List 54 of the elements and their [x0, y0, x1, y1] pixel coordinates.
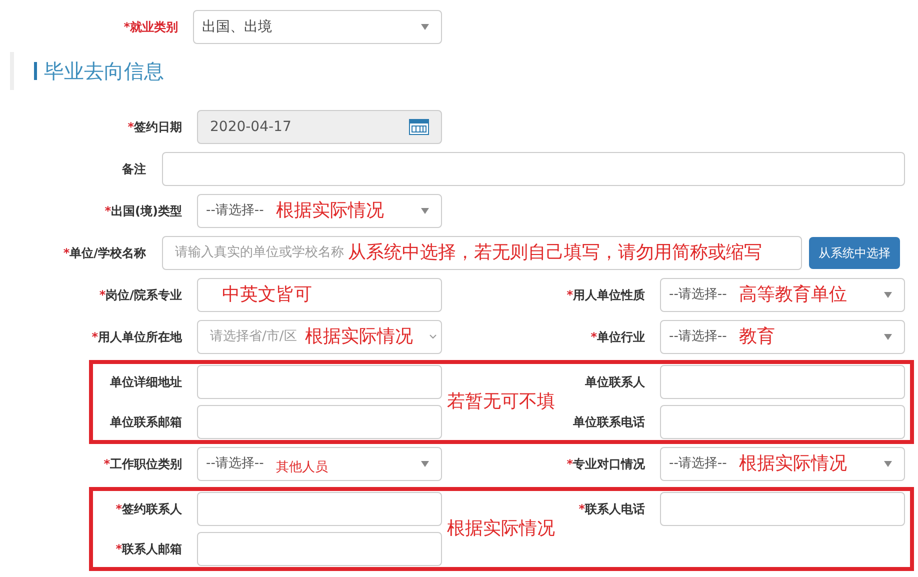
text-field[interactable] — [660, 405, 905, 439]
caret-icon — [421, 208, 429, 214]
select-field[interactable]: --请选择-- 其他人员 — [197, 447, 442, 481]
select-field[interactable]: --请选择-- 高等教育单位 — [660, 278, 905, 312]
annotation-text: 从系统中选择，若无则自己填写，请勿用简称或缩写 — [348, 244, 762, 262]
text-field[interactable] — [660, 492, 905, 526]
select-field[interactable]: --请选择-- 根据实际情况 — [660, 447, 905, 481]
field-label: *单位行业 — [590, 329, 645, 346]
annotation-text: 根据实际情况 — [447, 520, 555, 538]
annotation-text: 若暂无可不填 — [447, 393, 555, 411]
text-field[interactable]: 请输入真实的单位或学校名称 从系统中选择，若无则自己填写，请勿用简称或缩写 — [162, 236, 802, 270]
caret-icon — [421, 461, 429, 467]
field-label: *用人单位所在地 — [92, 329, 182, 346]
annotation-text: 根据实际情况 — [304, 328, 413, 346]
caret-icon — [884, 334, 892, 340]
annotation-text: 高等教育单位 — [738, 286, 847, 304]
field-label: *就业类别 — [124, 19, 178, 36]
select-from-system-button[interactable]: 从系统中选择 — [809, 237, 900, 269]
caret-icon — [884, 461, 892, 467]
chevron-down-icon — [429, 334, 437, 340]
select-field[interactable]: --请选择-- 教育 — [660, 320, 905, 354]
field-label: 备注 — [122, 161, 146, 178]
text-field[interactable] — [197, 405, 442, 439]
field-label: *用人单位性质 — [566, 287, 645, 304]
select-field[interactable]: --请选择-- 根据实际情况 — [197, 194, 442, 228]
text-field[interactable] — [197, 365, 442, 399]
field-label: 单位联系电话 — [573, 414, 645, 431]
text-field[interactable] — [660, 365, 905, 399]
annotation-text: 教育 — [738, 328, 775, 346]
field-label: *单位/学校名称 — [63, 245, 146, 262]
text-field[interactable] — [197, 492, 442, 526]
field-label: *联系人电话 — [578, 501, 645, 518]
annotation-text: 根据实际情况 — [738, 455, 847, 473]
field-label: *签约联系人 — [116, 501, 182, 518]
annotation-text: 其他人员 — [276, 460, 328, 474]
caret-icon — [421, 24, 429, 30]
field-label: 单位联系邮箱 — [110, 414, 182, 431]
region-field[interactable]: 请选择省/市/区 根据实际情况 — [197, 320, 442, 354]
caret-icon — [884, 292, 892, 298]
text-field[interactable]: 中英文皆可 — [197, 278, 442, 312]
annotation-text: 根据实际情况 — [276, 202, 384, 220]
section-title: 毕业去向信息 — [44, 58, 164, 85]
text-field[interactable] — [197, 532, 442, 566]
field-label: 单位联系人 — [585, 374, 645, 391]
field-label: *工作职位类别 — [104, 456, 182, 473]
field-label: *专业对口情况 — [566, 456, 645, 473]
annotation-text: 中英文皆可 — [222, 286, 312, 304]
field-label: *出国(境)类型 — [104, 203, 182, 220]
field-label: 单位详细地址 — [110, 374, 182, 391]
field-label: *签约日期 — [128, 119, 182, 136]
text-field[interactable] — [162, 152, 905, 186]
field-label: *联系人邮箱 — [116, 541, 182, 558]
select-field[interactable]: 出国、出境 — [193, 10, 442, 44]
field-label: *岗位/院系专业 — [99, 287, 182, 304]
